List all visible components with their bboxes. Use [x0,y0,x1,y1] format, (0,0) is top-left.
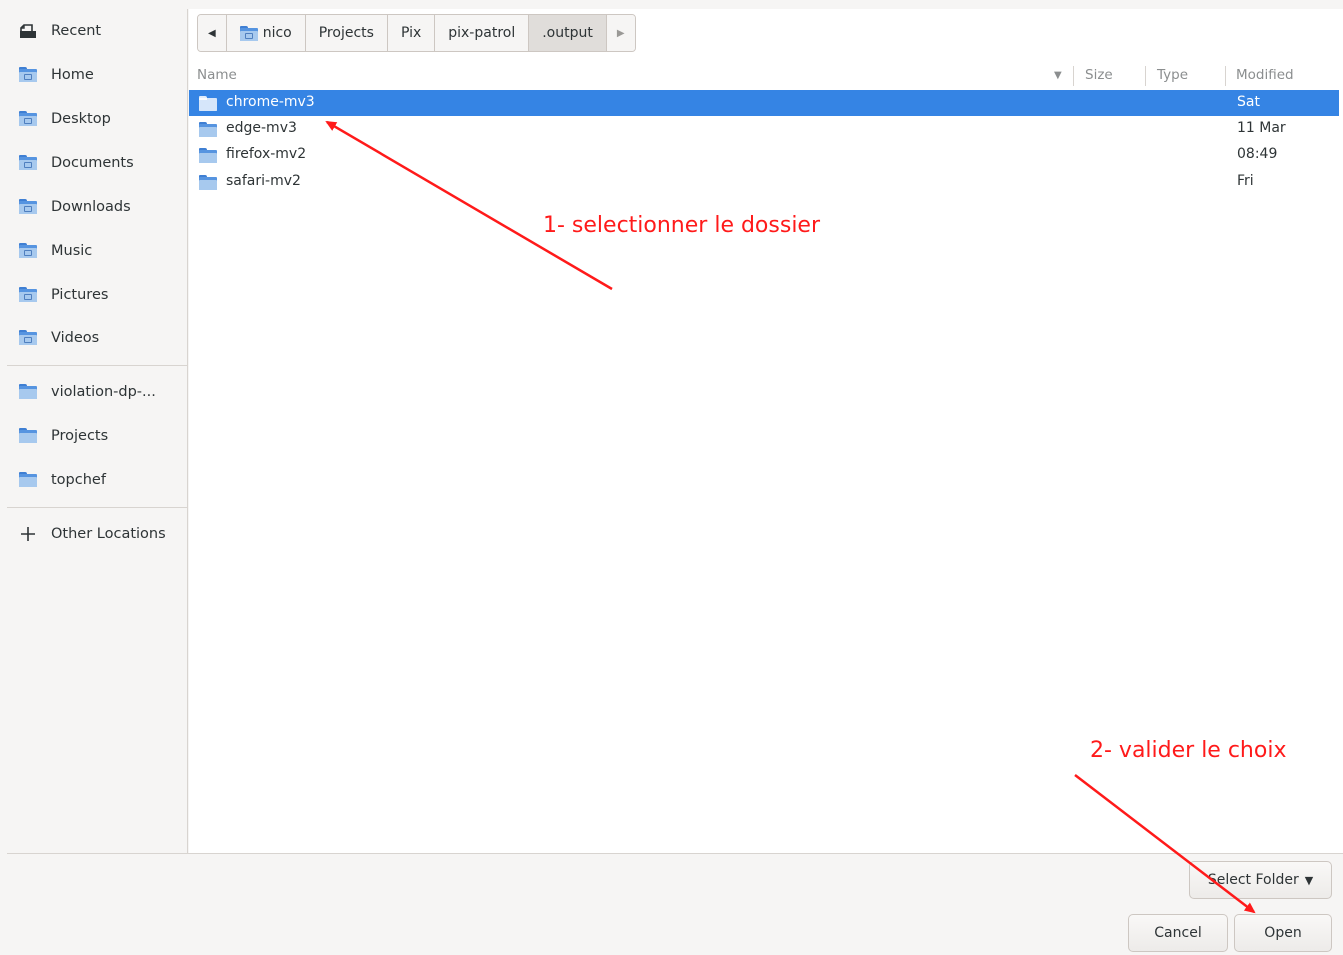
cancel-button[interactable]: Cancel [1128,914,1228,952]
folder-icon [19,472,37,488]
downloads-folder-icon [19,199,37,215]
sidebar-item-documents[interactable]: Documents [7,145,188,181]
sidebar-item-label: Downloads [51,199,131,215]
file-modified: 08:49 [1237,146,1278,162]
path-bar: ◀ nico Projects Pix pix-patrol .output ▶ [189,9,1343,61]
folder-icon [199,175,217,190]
sidebar-item-label: topchef [51,472,106,488]
triangle-right-icon: ▶ [616,27,625,39]
sidebar-bookmark-projects[interactable]: Projects [7,418,188,454]
folder-icon [19,428,37,444]
sidebar-item-label: Videos [51,330,100,346]
home-folder-icon [239,25,258,41]
caret-down-icon: ▼ [1304,873,1314,887]
file-name: firefox-mv2 [226,146,307,162]
crumb-pix[interactable]: Pix [387,15,436,51]
music-folder-icon [19,243,37,259]
folder-icon [199,122,217,137]
column-type[interactable]: Type [1157,62,1188,88]
select-folder-dropdown[interactable]: Select Folder ▼ [1189,861,1332,899]
sidebar-item-pictures[interactable]: Pictures [7,277,188,313]
file-browser: ◀ nico Projects Pix pix-patrol .output ▶ [189,9,1343,853]
crumb-label: .output [542,25,593,41]
desktop-folder-icon [19,111,37,127]
file-modified: Sat [1237,94,1260,110]
folder-icon [199,96,217,111]
column-type-label: Type [1157,67,1189,83]
column-size[interactable]: Size [1085,62,1113,88]
column-divider [1225,66,1226,86]
videos-folder-icon [19,330,37,346]
sidebar-item-desktop[interactable]: Desktop [7,101,188,137]
column-name-label: Name [197,67,237,83]
sort-descending-icon: ▼ [1054,70,1062,81]
sidebar-item-label: Home [51,67,94,83]
cancel-label: Cancel [1154,925,1202,941]
sidebar-item-label: violation-dp-... [51,384,156,400]
crumb-label: Pix [400,25,422,41]
open-button[interactable]: Open [1234,914,1332,952]
recent-icon [19,23,37,39]
file-name: edge-mv3 [226,120,297,136]
crumb-projects[interactable]: Projects [305,15,388,51]
crumb-output[interactable]: .output [529,15,607,51]
sidebar-item-other-locations[interactable]: Other Locations [7,516,188,552]
plus-icon [19,526,37,542]
sidebar-item-home[interactable]: Home [7,57,188,93]
crumb-label: nico [262,25,292,41]
file-row[interactable]: edge-mv3 11 Mar [189,116,1339,142]
crumb-pix-patrol[interactable]: pix-patrol [435,15,530,51]
file-modified: Fri [1237,173,1254,189]
sidebar-item-label: Music [51,243,93,259]
home-folder-icon [19,67,37,83]
breadcrumb: ◀ nico Projects Pix pix-patrol .output ▶ [197,14,636,52]
sidebar-divider [7,365,188,366]
folder-icon [19,384,37,400]
triangle-left-icon: ◀ [208,27,216,39]
places-sidebar: Recent Home Desktop Documents Downloads … [7,9,188,853]
dialog-action-bar: Select Folder ▼ Cancel Open [7,853,1343,955]
sidebar-item-recent[interactable]: Recent [7,13,188,49]
column-modified-label: Modified [1236,67,1294,83]
sidebar-bookmark-topchef[interactable]: topchef [7,462,188,498]
column-modified[interactable]: Modified [1236,62,1294,88]
column-divider [1073,66,1074,86]
documents-folder-icon [19,155,37,171]
file-row[interactable]: chrome-mv3 Sat [189,90,1339,116]
sidebar-item-label: Pictures [51,287,109,303]
column-divider [1145,66,1146,86]
sidebar-divider [7,507,188,508]
column-header: Name ▼ Size Type Modified [189,62,1343,88]
sidebar-bookmark-violation[interactable]: violation-dp-... [7,374,188,410]
path-scroll-right-button[interactable]: ▶ [606,15,635,51]
crumb-label: pix-patrol [448,25,516,41]
path-scroll-left-button[interactable]: ◀ [198,15,227,51]
sidebar-item-label: Recent [51,23,102,39]
sidebar-item-label: Other Locations [51,526,166,542]
open-label: Open [1264,925,1302,941]
sidebar-item-downloads[interactable]: Downloads [7,189,188,225]
crumb-nico[interactable]: nico [226,15,306,51]
pictures-folder-icon [19,287,37,303]
crumb-label: Projects [318,25,374,41]
sidebar-item-label: Projects [51,428,109,444]
sidebar-item-music[interactable]: Music [7,233,188,269]
column-size-label: Size [1085,67,1113,83]
column-name[interactable]: Name [197,62,1067,88]
select-folder-label: Select Folder [1207,872,1299,888]
folder-icon [199,148,217,163]
file-name: safari-mv2 [226,173,301,189]
file-modified: 11 Mar [1237,120,1286,136]
file-row[interactable]: firefox-mv2 08:49 [189,142,1339,168]
file-name: chrome-mv3 [226,94,315,110]
file-row[interactable]: safari-mv2 Fri [189,169,1339,195]
sidebar-item-label: Documents [51,155,134,171]
sidebar-item-videos[interactable]: Videos [7,320,188,356]
sidebar-item-label: Desktop [51,111,111,127]
